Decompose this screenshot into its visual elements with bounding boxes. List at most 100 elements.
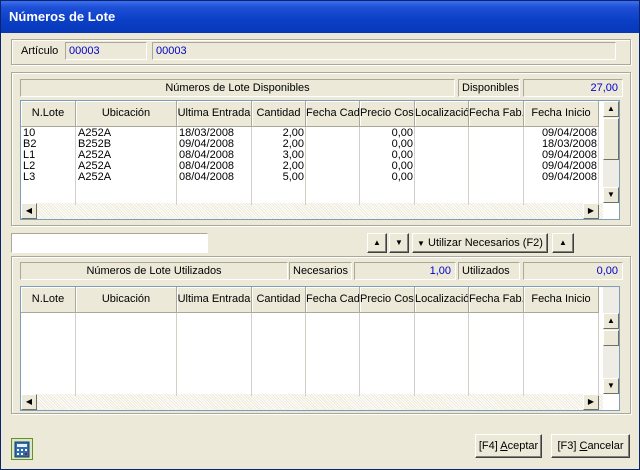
column-header[interactable]: Fecha Fab. <box>469 101 524 127</box>
table-cell: 5,00 <box>282 172 304 183</box>
column-header[interactable]: Cantidad <box>252 287 306 313</box>
table-cell: 0,00 <box>391 150 413 161</box>
aceptar-mnemonic: A <box>500 440 508 452</box>
table-cell <box>415 150 469 161</box>
table-cell: 0,00 <box>391 139 413 150</box>
table-cell: 08/04/2008 <box>179 172 235 183</box>
column-divider <box>468 127 469 205</box>
scroll-down-arrow-icon[interactable]: ▼ <box>603 187 619 203</box>
column-header[interactable]: Ultima Entrada <box>177 287 252 313</box>
table-cell <box>306 128 360 139</box>
cancelar-rest: ancelar <box>587 440 624 452</box>
disponibles-title: Números de Lote Disponibles <box>20 79 455 97</box>
column-divider <box>598 127 599 205</box>
aceptar-button[interactable]: [F4] Aceptar <box>475 434 542 458</box>
column-divider <box>523 313 524 396</box>
calculator-icon[interactable] <box>11 438 33 460</box>
table-cell: A252A <box>78 150 112 161</box>
table-cell <box>469 139 524 150</box>
aceptar-key: [F4] <box>478 440 501 452</box>
necesarios-label: Necesarios <box>289 262 352 280</box>
utilizados-value: 0,00 <box>523 262 623 280</box>
vertical-scrollbar[interactable]: ▲ ▼ <box>603 287 619 394</box>
column-divider <box>414 127 415 205</box>
table-cell: 09/04/2008 <box>541 150 597 161</box>
scroll-right-arrow-icon[interactable]: ▶ <box>583 394 599 410</box>
scroll-left-arrow-icon[interactable]: ◀ <box>21 203 37 219</box>
table-cell <box>306 150 360 161</box>
column-divider <box>176 313 177 396</box>
table-cell: L2 <box>23 161 36 172</box>
column-divider <box>251 127 252 205</box>
column-header[interactable]: Fecha Fab. <box>469 287 524 313</box>
window-title: Números de Lote <box>1 1 639 33</box>
column-header[interactable]: Precio Coste <box>360 287 415 313</box>
aceptar-rest: ceptar <box>507 440 539 452</box>
table-cell: L1 <box>23 150 36 161</box>
utilizar-necesarios-button[interactable]: ▼ Utilizar Necesarios (F2) <box>412 233 548 253</box>
utilizados-grid[interactable]: N.Lote Ubicación Ultima Entrada Cantidad Fec… <box>20 286 620 411</box>
column-divider <box>305 127 306 205</box>
table-cell: 18/03/2008 <box>179 128 235 139</box>
cancelar-key: [F3] <box>557 440 580 452</box>
table-cell: 09/04/2008 <box>541 128 597 139</box>
column-header[interactable]: Fecha Inicio <box>524 101 599 127</box>
scroll-left-arrow-icon[interactable]: ◀ <box>21 394 37 410</box>
column-divider <box>468 313 469 396</box>
articulo-code-field[interactable]: 00003 <box>65 42 147 60</box>
scroll-up-arrow-icon[interactable]: ▲ <box>603 313 619 329</box>
column-divider <box>176 127 177 205</box>
table-cell: 09/04/2008 <box>541 172 597 183</box>
lot-search-input[interactable] <box>11 233 208 253</box>
column-header[interactable]: Precio Coste <box>360 101 415 127</box>
table-cell <box>469 161 524 172</box>
table-cell: 09/04/2008 <box>541 161 597 172</box>
table-cell <box>469 150 524 161</box>
move-up-button[interactable]: ▲ <box>367 233 387 253</box>
collapse-button[interactable]: ▲ <box>552 233 574 253</box>
table-cell: A252A <box>78 172 112 183</box>
scroll-right-arrow-icon[interactable]: ▶ <box>583 203 599 219</box>
table-cell: 0,00 <box>391 161 413 172</box>
column-header[interactable]: Ubicación <box>76 101 177 127</box>
scroll-thumb[interactable] <box>603 118 619 160</box>
move-down-button[interactable]: ▼ <box>389 233 409 253</box>
column-header[interactable]: Fecha Cad <box>306 101 360 127</box>
scroll-down-arrow-icon[interactable]: ▼ <box>603 378 619 394</box>
utilizar-necesarios-label: Utilizar Necesarios (F2) <box>428 237 543 249</box>
column-header[interactable]: Fecha Cad <box>306 287 360 313</box>
articulo-description-field[interactable]: 00003 <box>152 42 616 60</box>
utilizados-label: Utilizados <box>458 262 520 280</box>
vertical-scrollbar[interactable]: ▲ ▼ <box>603 101 619 203</box>
column-divider <box>305 313 306 396</box>
column-divider <box>359 313 360 396</box>
column-divider <box>75 127 76 205</box>
scroll-thumb[interactable] <box>603 330 619 346</box>
column-divider <box>251 313 252 396</box>
lot-numbers-window: Números de Lote Artículo 00003 00003 Núm… <box>0 0 640 470</box>
table-cell: 10 <box>23 128 36 139</box>
utilizados-title: Números de Lote Utilizados <box>20 262 288 280</box>
horizontal-scrollbar[interactable]: ◀ ▶ <box>21 394 603 410</box>
horizontal-scrollbar[interactable]: ◀ ▶ <box>21 203 603 219</box>
table-cell <box>306 172 360 183</box>
column-header[interactable]: Ultima Entrada <box>177 101 252 127</box>
cancelar-button[interactable]: [F3] Cancelar <box>551 434 630 458</box>
disponibles-grid[interactable]: N.Lote Ubicación Ultima Entrada Cantidad Fec… <box>20 100 620 220</box>
table-cell: B2 <box>23 139 37 150</box>
column-header[interactable]: Localización <box>415 101 469 127</box>
column-header[interactable]: Localización <box>415 287 469 313</box>
scroll-up-arrow-icon[interactable]: ▲ <box>603 101 619 117</box>
column-header[interactable]: Ubicación <box>76 287 177 313</box>
table-cell <box>415 139 469 150</box>
table-cell: 2,00 <box>282 139 304 150</box>
column-header[interactable]: N.Lote <box>21 287 76 313</box>
table-cell <box>306 161 360 172</box>
column-divider <box>523 127 524 205</box>
disponibles-count-label: Disponibles <box>458 79 520 97</box>
table-cell: 2,00 <box>282 128 304 139</box>
column-header[interactable]: Fecha Inicio <box>524 287 599 313</box>
column-header[interactable]: N.Lote <box>21 101 76 127</box>
column-header[interactable]: Cantidad <box>252 101 306 127</box>
table-cell: 0,00 <box>391 172 413 183</box>
